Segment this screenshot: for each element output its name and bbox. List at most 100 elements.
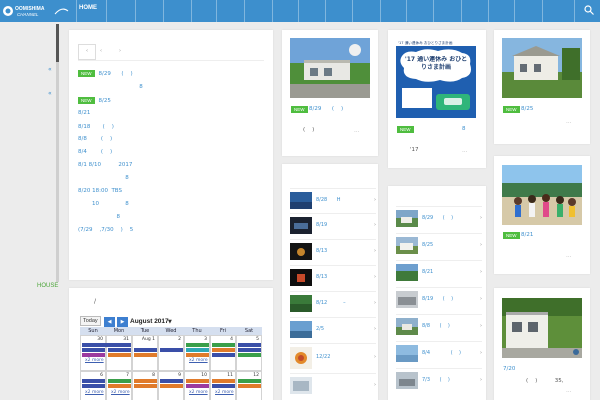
calendar-event[interactable] xyxy=(238,348,261,352)
calendar-event[interactable] xyxy=(238,343,261,347)
list-item[interactable]: 8/4 ( ) › xyxy=(396,341,482,365)
post-photo[interactable] xyxy=(290,38,370,98)
calendar-day-cell[interactable]: 12 xyxy=(236,371,262,400)
calendar-day-cell[interactable]: 6 x2 more xyxy=(80,371,106,400)
calendar-event[interactable] xyxy=(212,379,235,383)
news-pager-prev-arrow[interactable]: ‹ xyxy=(100,48,102,54)
chevron-down-icon[interactable]: ▼ xyxy=(168,319,172,325)
calendar-today-button[interactable]: Today xyxy=(80,316,101,326)
calendar-event[interactable] xyxy=(134,384,157,388)
calendar-event[interactable] xyxy=(212,353,235,357)
list-item[interactable]: 8/12 – › xyxy=(290,291,376,315)
calendar-event[interactable] xyxy=(108,353,131,357)
calendar-event[interactable] xyxy=(160,384,183,388)
news-item[interactable]: 8 xyxy=(78,175,129,181)
calendar-event[interactable] xyxy=(134,353,157,357)
list-item[interactable]: 12/22 › xyxy=(290,343,376,371)
list-item[interactable]: 8/28 H › xyxy=(290,188,376,212)
post-photo[interactable]: '17 通い連休み おひとりさま計画 '17 通い連休み おひとりさま計画 xyxy=(396,38,476,118)
list-item[interactable]: 8/13 › xyxy=(290,265,376,289)
search-icon[interactable] xyxy=(583,4,595,16)
calendar-event[interactable] xyxy=(186,343,209,347)
news-item[interactable]: (7/29 ,7/30 ) 5 xyxy=(78,227,133,233)
list-item[interactable]: 8/19 › xyxy=(290,213,376,237)
post-date[interactable]: 8/25 xyxy=(521,106,533,112)
calendar-event[interactable] xyxy=(134,379,157,383)
calendar-event[interactable] xyxy=(212,343,235,347)
calendar-day-cell[interactable]: 4 xyxy=(210,335,236,371)
list-item[interactable]: 8/29 ( ) › xyxy=(396,206,482,230)
news-item[interactable]: 8/1 8/10 2017 xyxy=(78,162,132,168)
sidebar-mark[interactable]: « xyxy=(48,90,52,97)
post-date[interactable]: 8/29 ( ) xyxy=(309,106,343,112)
news-item[interactable]: 8/8 ( ) xyxy=(78,136,112,142)
calendar-more-link[interactable]: x2 more xyxy=(85,390,104,395)
sidebar-house-link[interactable]: HOUSE xyxy=(37,283,58,289)
calendar-event[interactable] xyxy=(186,384,209,388)
post-photo[interactable] xyxy=(502,298,582,358)
list-item[interactable]: 8/19 ( ) › xyxy=(396,287,482,311)
calendar-event[interactable] xyxy=(82,379,105,383)
news-item[interactable]: NEW 8/29 ( ) xyxy=(78,70,133,77)
calendar-day-cell[interactable]: 9 xyxy=(158,371,184,400)
calendar-more-link[interactable]: x2 more xyxy=(111,390,130,395)
news-item[interactable]: 8/20 18:00 TBS xyxy=(78,188,122,194)
post-photo[interactable] xyxy=(502,38,582,98)
calendar-event[interactable] xyxy=(82,343,131,347)
calendar-day-cell[interactable]: 8 xyxy=(132,371,158,400)
news-pager-next-arrow[interactable]: › xyxy=(119,48,121,54)
read-more-link[interactable]: … xyxy=(566,119,572,125)
calendar-day-cell[interactable]: Aug 1 xyxy=(132,335,158,371)
calendar-day-cell[interactable]: 2 xyxy=(158,335,184,371)
news-item[interactable]: 8/18 ( ) xyxy=(78,124,114,130)
calendar-event[interactable] xyxy=(160,348,183,352)
read-more-link[interactable]: … xyxy=(354,128,360,134)
news-item[interactable]: 8/21 xyxy=(78,110,90,116)
calendar-event[interactable] xyxy=(238,384,261,388)
post-photo[interactable] xyxy=(502,165,582,225)
list-item[interactable]: 8/21 › xyxy=(396,260,482,284)
calendar-event[interactable] xyxy=(82,353,105,357)
calendar-event[interactable] xyxy=(186,353,209,357)
calendar-event[interactable] xyxy=(238,379,261,383)
calendar-event[interactable] xyxy=(186,348,209,352)
site-logo[interactable]: OOMISHIMA CHANNEL xyxy=(0,2,70,20)
list-item[interactable]: 8/13 › xyxy=(290,239,376,263)
calendar-more-link[interactable]: x2 more xyxy=(215,390,234,395)
post-date[interactable]: 7/20 xyxy=(503,366,515,372)
calendar-day-cell[interactable]: 5 xyxy=(236,335,262,371)
calendar-day-cell[interactable]: 3 x2 more xyxy=(184,335,210,371)
calendar-more-link[interactable]: x2 more xyxy=(189,358,208,363)
nav-home-link[interactable]: HOME xyxy=(79,5,97,11)
read-more-link[interactable]: … xyxy=(566,253,572,259)
sidebar-scroll-thumb[interactable] xyxy=(56,24,59,62)
calendar-event[interactable] xyxy=(82,384,105,388)
list-item[interactable]: 8/25 › xyxy=(396,233,482,257)
read-more-link[interactable]: … xyxy=(566,388,572,394)
news-pager-prev[interactable]: ‹ xyxy=(78,44,96,60)
list-item[interactable]: 7/3 ( ) › xyxy=(396,368,482,392)
news-item[interactable]: 8 xyxy=(78,214,120,220)
calendar-day-cell[interactable]: 7 x2 more xyxy=(106,371,132,400)
calendar-event[interactable] xyxy=(212,348,235,352)
calendar-day-cell[interactable]: 11 x2 more xyxy=(210,371,236,400)
calendar-more-link[interactable]: x2 more xyxy=(85,358,104,363)
calendar-event[interactable] xyxy=(82,348,105,352)
calendar-next-button[interactable]: ▶ xyxy=(117,317,128,327)
calendar-event[interactable] xyxy=(186,379,209,383)
calendar-event[interactable] xyxy=(134,348,157,352)
news-item[interactable]: 8 xyxy=(78,84,143,90)
calendar-day-cell[interactable]: 10 x2 more xyxy=(184,371,210,400)
news-item[interactable]: 10 8 xyxy=(78,201,129,207)
sidebar-mark[interactable]: « xyxy=(48,66,52,73)
list-item[interactable]: 8/8 ( ) › xyxy=(396,314,482,338)
calendar-event[interactable] xyxy=(238,353,261,357)
post-date[interactable]: 8 xyxy=(462,126,466,132)
calendar-event[interactable] xyxy=(108,348,131,352)
news-item[interactable]: NEW 8/25 xyxy=(78,97,111,104)
calendar-event[interactable] xyxy=(160,379,183,383)
calendar-event[interactable] xyxy=(108,379,131,383)
read-more-link[interactable]: … xyxy=(462,148,468,154)
list-item[interactable]: 2/5 › xyxy=(290,317,376,341)
news-item[interactable]: 8/4 ( ) xyxy=(78,149,112,155)
